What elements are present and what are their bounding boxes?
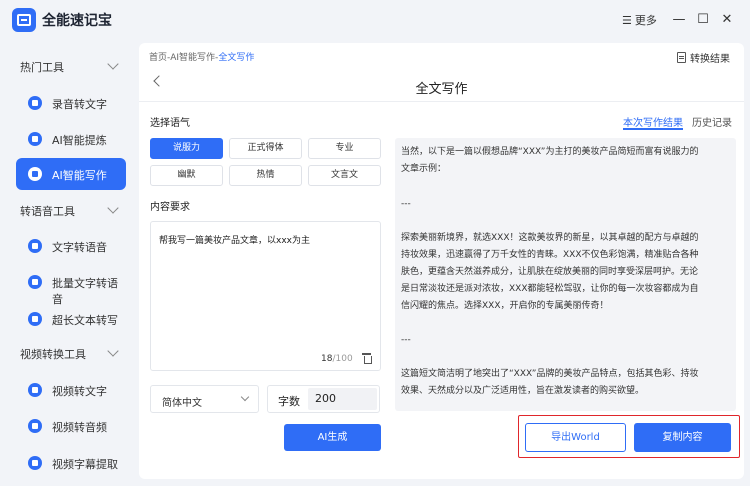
menu-icon: ☰ — [622, 13, 632, 27]
more-label: 更多 — [634, 14, 657, 27]
tone-option-enthusiastic[interactable]: 热情 — [229, 165, 302, 186]
tone-option-formal[interactable]: 正式得体 — [229, 138, 302, 159]
sidebar-item-ai-writing[interactable]: AI智能写作 — [16, 158, 126, 190]
tone-option-classical[interactable]: 文言文 — [308, 165, 381, 186]
main-panel: 首页-AI智能写作-全文写作 转换结果 全文写作 选择语气 说服力 正式得体 专… — [139, 43, 744, 479]
word-count-label: 字数 — [278, 395, 300, 408]
breadcrumb-current: 全文写作 — [218, 53, 255, 63]
sidebar-item-label: AI智能写作 — [52, 169, 107, 182]
sidebar-item-label: 录音转文字 — [52, 98, 107, 111]
sidebar-group-label: 热门工具 — [20, 61, 64, 74]
sidebar-group-hot-tools[interactable]: 热门工具 — [0, 56, 135, 78]
result-line: 肤色，更蕴含天然滋养成分，让肌肤在绽放美丽的同时享受深层呵护。无论 — [401, 267, 699, 277]
convert-result-button[interactable]: 转换结果 — [677, 50, 730, 65]
sidebar-item-long-text[interactable]: 超长文本转写 — [16, 303, 126, 335]
ai-writing-icon — [28, 167, 42, 181]
text-to-speech-icon — [28, 239, 42, 253]
sidebar-group-label: 转语音工具 — [20, 205, 75, 218]
batch-tts-icon — [28, 275, 42, 289]
ai-extract-icon — [28, 132, 42, 146]
highlight-annotation-box — [518, 415, 740, 458]
convert-result-label: 转换结果 — [690, 54, 730, 65]
app-logo-icon — [12, 8, 36, 32]
word-count-input[interactable]: 200 — [308, 388, 377, 410]
tab-history[interactable]: 历史记录 — [692, 114, 732, 129]
sidebar-item-text-to-speech[interactable]: 文字转语音 — [16, 230, 126, 262]
video-to-audio-icon — [28, 419, 42, 433]
language-select-value: 简体中文 — [162, 398, 202, 409]
content-req-label: 内容要求 — [150, 202, 190, 213]
tone-option-professional[interactable]: 专业 — [308, 138, 381, 159]
result-line: --- — [401, 199, 411, 209]
result-line: --- — [401, 335, 411, 345]
sidebar-item-ai-extract[interactable]: AI智能提炼 — [16, 123, 126, 155]
chevron-down-icon — [107, 58, 119, 70]
sidebar-group-video-tools[interactable]: 视频转换工具 — [0, 343, 135, 365]
sidebar-item-video-to-audio[interactable]: 视频转音频 — [16, 410, 126, 442]
result-line: 信闪耀的焦点。选择XXX，开启你的专属美丽传奇！ — [401, 301, 609, 311]
char-count-max: /100 — [332, 354, 353, 364]
sidebar-item-label: 超长文本转写 — [52, 314, 118, 327]
result-line: 文章示例： — [401, 164, 447, 174]
sidebar-item-label: 文字转语音 — [52, 241, 107, 254]
maximize-icon[interactable]: ☐ — [695, 12, 711, 28]
sidebar-item-label: 视频字幕提取 — [52, 458, 118, 471]
sidebar-item-recording-to-text[interactable]: 录音转文字 — [16, 87, 126, 119]
char-counter: 18/100 — [321, 354, 353, 364]
chevron-down-icon — [107, 202, 119, 214]
result-line: 探索美丽新境界，就选XXX！这款美妆界的新星，以其卓越的配方与卓越的 — [401, 233, 699, 243]
chevron-down-icon — [107, 345, 119, 357]
language-select[interactable]: 简体中文 — [150, 385, 259, 413]
minimize-icon[interactable]: — — [671, 12, 687, 28]
sidebar-item-label: 视频转音频 — [52, 421, 107, 434]
app-title: 全能速记宝 — [42, 13, 112, 29]
sidebar-item-subtitle-extract[interactable]: 视频字幕提取 — [16, 447, 126, 479]
more-menu-button[interactable]: ☰ 更多 — [622, 12, 657, 28]
result-line: 持妆效果，迅速赢得了万千女性的青睐。XXX不仅色彩饱满，精准贴合各种 — [401, 250, 699, 260]
result-line: 是日常淡妆还是派对浓妆，XXX都能轻松驾驭，让你的每一次妆容都成为自 — [401, 284, 699, 294]
ai-generate-button[interactable]: AI生成 — [284, 424, 381, 451]
char-count-current: 18 — [321, 354, 333, 364]
breadcrumb: 首页-AI智能写作-全文写作 — [149, 50, 254, 63]
document-icon — [677, 52, 686, 63]
result-text-area: 当然，以下是一篇以假想品牌“XXX”为主打的美妆产品简短而富有说服力的 文章示例… — [395, 138, 736, 411]
subtitle-icon — [28, 456, 42, 470]
result-line: 效果、天然成分以及广泛适用性，旨在激发读者的购买欲望。 — [401, 386, 645, 396]
close-icon[interactable]: ✕ — [719, 12, 735, 28]
tone-option-persuasive[interactable]: 说服力 — [150, 138, 223, 159]
result-line: 当然，以下是一篇以假想品牌“XXX”为主打的美妆产品简短而富有说服力的 — [401, 147, 699, 157]
header-divider — [139, 101, 744, 102]
page-title: 全文写作 — [415, 82, 468, 97]
content-requirement-text: 帮我写一篇美妆产品文章，以xxx为主 — [159, 236, 310, 246]
word-count-field: 字数 200 — [267, 385, 380, 413]
sidebar: 热门工具 录音转文字 AI智能提炼 AI智能写作 转语音工具 文字转语音 批量文… — [0, 40, 135, 486]
sidebar-item-video-to-text[interactable]: 视频转文字 — [16, 374, 126, 406]
sidebar-item-label: 视频转文字 — [52, 385, 107, 398]
video-to-text-icon — [28, 383, 42, 397]
sidebar-group-label: 视频转换工具 — [20, 348, 86, 361]
result-line: 这篇短文简洁明了地突出了“XXX”品牌的美妆产品特点，包括其色彩、持妆 — [401, 369, 699, 379]
sidebar-item-label: AI智能提炼 — [52, 134, 107, 147]
sidebar-group-tts-tools[interactable]: 转语音工具 — [0, 200, 135, 222]
microphone-icon — [28, 96, 42, 110]
breadcrumb-path[interactable]: 首页-AI智能写作- — [149, 53, 218, 63]
long-text-icon — [28, 312, 42, 326]
tone-label: 选择语气 — [150, 118, 190, 129]
content-requirement-textarea[interactable]: 帮我写一篇美妆产品文章，以xxx为主 18/100 — [150, 221, 381, 371]
title-bar: 全能速记宝 ☰ 更多 — ☐ ✕ — [0, 0, 750, 40]
chevron-down-icon — [240, 392, 250, 402]
sidebar-item-batch-tts[interactable]: 批量文字转语音 — [16, 266, 126, 306]
tab-current-result[interactable]: 本次写作结果 — [623, 114, 683, 130]
trash-icon[interactable] — [362, 353, 372, 364]
tone-option-humorous[interactable]: 幽默 — [150, 165, 223, 186]
